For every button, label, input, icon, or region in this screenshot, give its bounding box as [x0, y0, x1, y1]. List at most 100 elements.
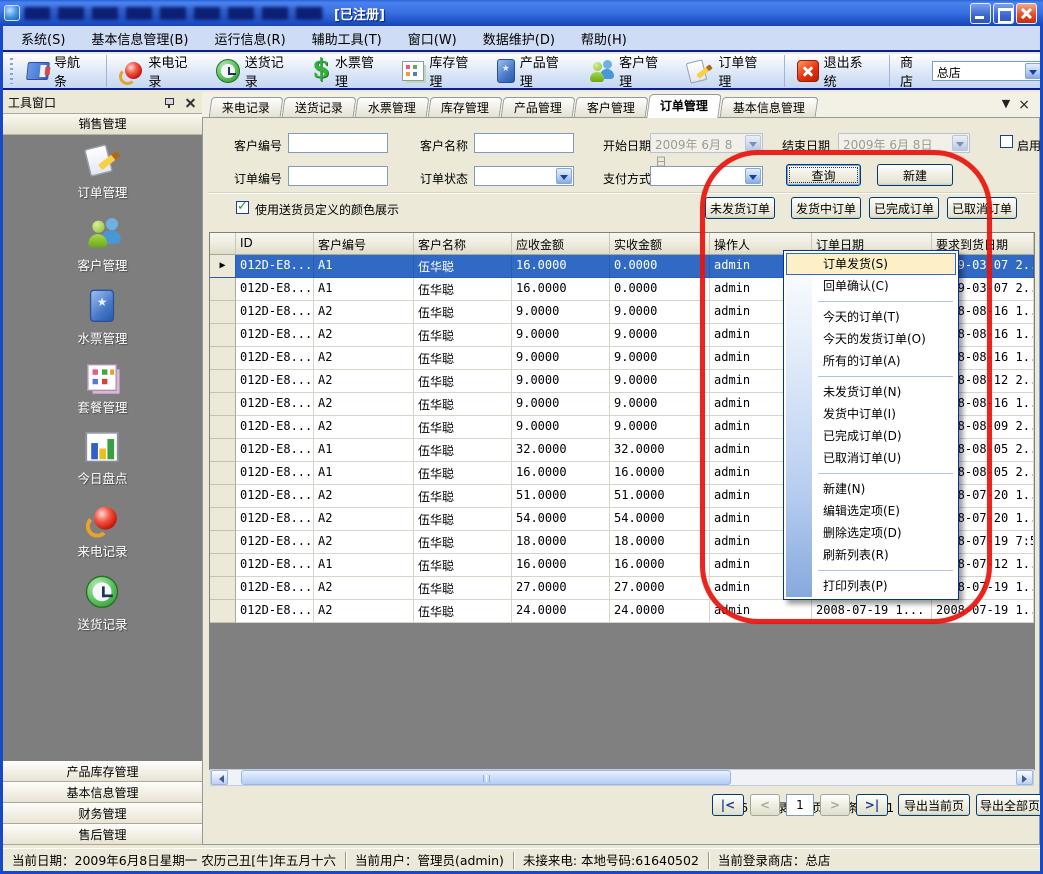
context-menu-item[interactable]: 编辑选定项(E)	[786, 500, 956, 522]
row-selector[interactable]	[210, 439, 236, 462]
menubar-item[interactable]: 运行信息(R)	[201, 26, 298, 51]
sidebar-item[interactable]: 送货记录	[77, 584, 127, 633]
row-selector[interactable]	[210, 462, 236, 485]
order-status-select[interactable]	[474, 166, 574, 186]
row-selector[interactable]	[210, 301, 236, 324]
context-menu-item[interactable]: 未发货订单(N)	[786, 381, 956, 403]
sidebar-item[interactable]: 订单管理	[77, 152, 127, 201]
export-current-page-button[interactable]: 导出当前页	[898, 794, 970, 816]
header-customer-name[interactable]: 客户名称	[414, 233, 512, 255]
sidebar-section-sales[interactable]: 销售管理	[3, 114, 202, 135]
row-selector[interactable]	[210, 278, 236, 301]
tab-close-icon[interactable]: ×	[1018, 97, 1030, 113]
row-selector[interactable]	[210, 347, 236, 370]
export-all-pages-button[interactable]: 导出全部页	[976, 794, 1043, 816]
enable-checkbox[interactable]	[1000, 135, 1013, 148]
sidebar-close-icon[interactable]	[184, 96, 197, 109]
context-menu-item[interactable]: 已完成订单(D)	[786, 425, 956, 447]
row-selector[interactable]	[210, 416, 236, 439]
color-display-checkbox[interactable]	[236, 201, 249, 214]
toolbar-button[interactable]: 客户管理	[579, 55, 678, 87]
header-receivable[interactable]: 应收金额	[512, 233, 610, 255]
scrollbar-thumb[interactable]	[241, 770, 731, 785]
row-selector[interactable]	[210, 600, 236, 623]
sidebar-section-bar[interactable]: 财务管理	[3, 803, 202, 824]
row-selector[interactable]	[210, 531, 236, 554]
sidebar-item[interactable]: 水票管理	[77, 298, 127, 347]
context-menu-item[interactable]: 回单确认(C)	[786, 275, 956, 297]
minimize-button[interactable]	[970, 3, 991, 24]
start-date-picker[interactable]: 2009年 6月 8日	[650, 133, 763, 153]
close-button[interactable]	[1016, 3, 1037, 24]
row-selector[interactable]	[210, 393, 236, 416]
row-selector[interactable]	[210, 554, 236, 577]
context-menu-item[interactable]: 今天的订单(T)	[786, 306, 956, 328]
filter-completed-button[interactable]: 已完成订单	[869, 197, 939, 219]
toolbar-button[interactable]: 订单管理	[678, 55, 784, 87]
row-selector[interactable]	[210, 508, 236, 531]
chevron-down-icon[interactable]	[745, 135, 761, 151]
query-button[interactable]: 查询	[786, 164, 861, 186]
filter-shipping-button[interactable]: 发货中订单	[791, 197, 861, 219]
toolbar-button[interactable]: 来电记录	[111, 55, 207, 87]
toolbar-button[interactable]: 水票管理	[304, 55, 394, 87]
header-customer-no[interactable]: 客户编号	[314, 233, 414, 255]
menubar-item[interactable]: 基本信息管理(B)	[78, 26, 201, 51]
row-selector[interactable]	[210, 324, 236, 347]
customer-name-input[interactable]	[474, 133, 574, 153]
table-row[interactable]: 012D-E8... A2 伍华聪 24.0000 24.0000 admin …	[210, 600, 1034, 623]
last-page-button[interactable]: >|	[856, 794, 888, 816]
menubar-item[interactable]: 系统(S)	[8, 26, 78, 51]
context-menu-item[interactable]: 新建(N)	[786, 478, 956, 500]
sidebar-item[interactable]: 来电记录	[77, 511, 127, 560]
menubar-item[interactable]: 窗口(W)	[395, 26, 470, 51]
tab[interactable]: 水票管理	[355, 97, 430, 118]
sidebar-section-bar[interactable]: 售后管理	[3, 824, 202, 845]
horizontal-scrollbar[interactable]	[210, 769, 1034, 786]
pay-method-select[interactable]	[650, 166, 763, 186]
sidebar-item[interactable]: 套餐管理	[77, 371, 127, 416]
chevron-down-icon[interactable]	[556, 168, 572, 184]
tab[interactable]: 订单管理	[646, 94, 721, 118]
filter-cancelled-button[interactable]: 已取消订单	[947, 197, 1017, 219]
maximize-button[interactable]	[993, 3, 1014, 24]
customer-no-input[interactable]	[288, 133, 388, 153]
toolbar-button[interactable]: 导航条	[19, 55, 107, 87]
toolbar-button[interactable]: 送货记录	[208, 55, 304, 87]
toolbar-button[interactable]: 库存管理	[394, 55, 488, 87]
header-received[interactable]: 实收金额	[610, 233, 710, 255]
context-menu-item[interactable]: 打印列表(P)	[786, 575, 956, 597]
shop-select[interactable]: 总店	[932, 61, 1043, 81]
tab[interactable]: 产品管理	[501, 97, 576, 118]
tab[interactable]: 来电记录	[209, 97, 284, 118]
sidebar-section-bar[interactable]: 产品库存管理	[3, 761, 202, 782]
toolbar-button[interactable]: 退出系统	[789, 55, 890, 87]
menubar-item[interactable]: 数据维护(D)	[470, 26, 568, 51]
tab[interactable]: 库存管理	[428, 97, 503, 118]
header-id[interactable]: ID	[236, 233, 314, 255]
chevron-down-icon[interactable]	[745, 168, 761, 184]
context-menu-item[interactable]: 所有的订单(A)	[786, 350, 956, 372]
menubar-item[interactable]: 帮助(H)	[568, 26, 640, 51]
end-date-picker[interactable]: 2009年 6月 8日	[838, 133, 970, 153]
first-page-button[interactable]: |<	[712, 794, 744, 816]
row-selector[interactable]	[210, 485, 236, 508]
scroll-left-icon[interactable]	[211, 770, 228, 785]
chevron-down-icon[interactable]	[1025, 63, 1041, 79]
tab[interactable]: 基本信息管理	[720, 97, 819, 118]
page-number-input[interactable]: 1	[786, 794, 814, 816]
context-menu-item[interactable]: 刷新列表(R)	[786, 544, 956, 566]
prev-page-button[interactable]: <	[750, 794, 780, 816]
new-button[interactable]: 新建	[877, 164, 953, 186]
sidebar-item[interactable]: 今日盘点	[77, 440, 127, 487]
menubar-item[interactable]: 辅助工具(T)	[299, 26, 395, 51]
sidebar-item[interactable]: 客户管理	[77, 225, 127, 274]
context-menu-item[interactable]: 发货中订单(I)	[786, 403, 956, 425]
tab[interactable]: 送货记录	[282, 97, 357, 118]
chevron-down-icon[interactable]	[952, 135, 968, 151]
next-page-button[interactable]: >	[820, 794, 850, 816]
context-menu-item[interactable]: 已取消订单(U)	[786, 447, 956, 469]
context-menu-item[interactable]: 删除选定项(D)	[786, 522, 956, 544]
row-selector[interactable]	[210, 255, 236, 278]
order-no-input[interactable]	[288, 166, 388, 186]
